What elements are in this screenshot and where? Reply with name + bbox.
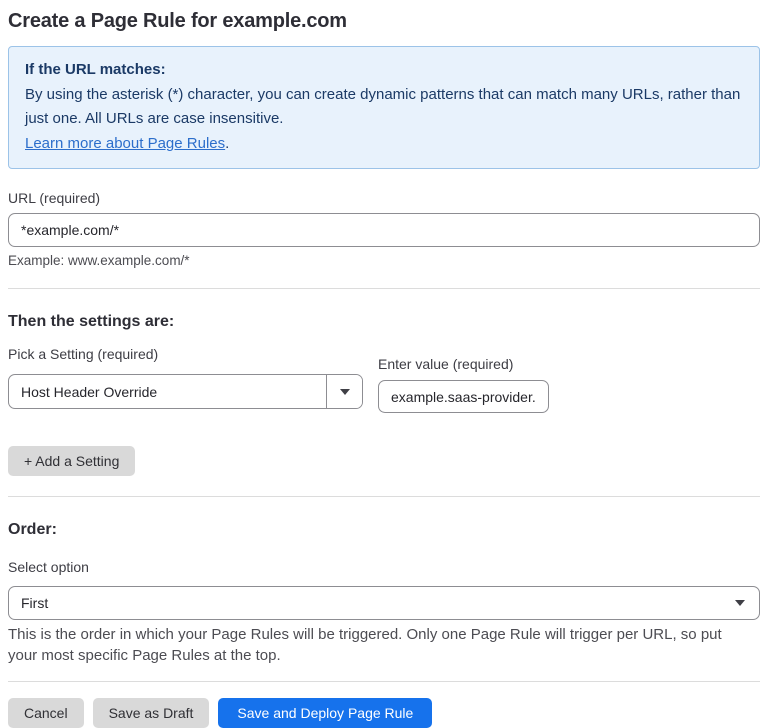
order-section-heading: Order: [8,521,57,538]
info-box-link-line: Learn more about Page Rules. [25,132,743,157]
divider [8,288,760,289]
link-suffix: . [225,134,230,152]
setting-select-value: Host Header Override [21,383,158,400]
setting-value-column: Enter value (required) [378,356,549,413]
info-box-heading: If the URL matches: [25,61,166,78]
learn-more-link[interactable]: Learn more about Page Rules [25,135,225,152]
url-label: URL (required) [8,190,101,206]
add-setting-button[interactable]: + Add a Setting [8,446,136,476]
page-title: Create a Page Rule for example.com [8,10,347,32]
chevron-down-icon [339,388,350,395]
setting-picker-label: Pick a Setting (required) [8,346,159,362]
url-input[interactable] [8,213,760,247]
setting-select[interactable]: Host Header Override [8,374,363,409]
setting-select-arrow-section[interactable] [326,375,362,408]
order-description: This is the order in which your Page Rul… [8,626,722,664]
setting-picker-column: Pick a Setting (required) Host Header Ov… [8,346,363,409]
settings-section-heading: Then the settings are: [8,313,175,330]
setting-value-input[interactable] [378,380,549,413]
chevron-down-icon [735,600,745,606]
divider [8,681,760,682]
settings-row: Pick a Setting (required) Host Header Ov… [8,346,760,413]
url-match-info-box: If the URL matches: By using the asteris… [8,46,760,169]
order-select-label: Select option [8,559,89,575]
url-example-text: Example: www.example.com/* [8,253,190,268]
setting-value-label: Enter value (required) [378,356,514,372]
save-and-deploy-button[interactable]: Save and Deploy Page Rule [218,698,433,728]
save-as-draft-button[interactable]: Save as Draft [92,698,210,728]
page-rule-form: Create a Page Rule for example.com If th… [0,0,772,728]
order-select-value: First [21,595,49,611]
form-actions: Cancel Save as Draft Save and Deploy Pag… [8,698,760,728]
cancel-button[interactable]: Cancel [8,698,84,728]
info-box-body: By using the asterisk (*) character, you… [25,85,741,128]
divider [8,496,760,497]
order-select[interactable]: First [8,586,760,620]
